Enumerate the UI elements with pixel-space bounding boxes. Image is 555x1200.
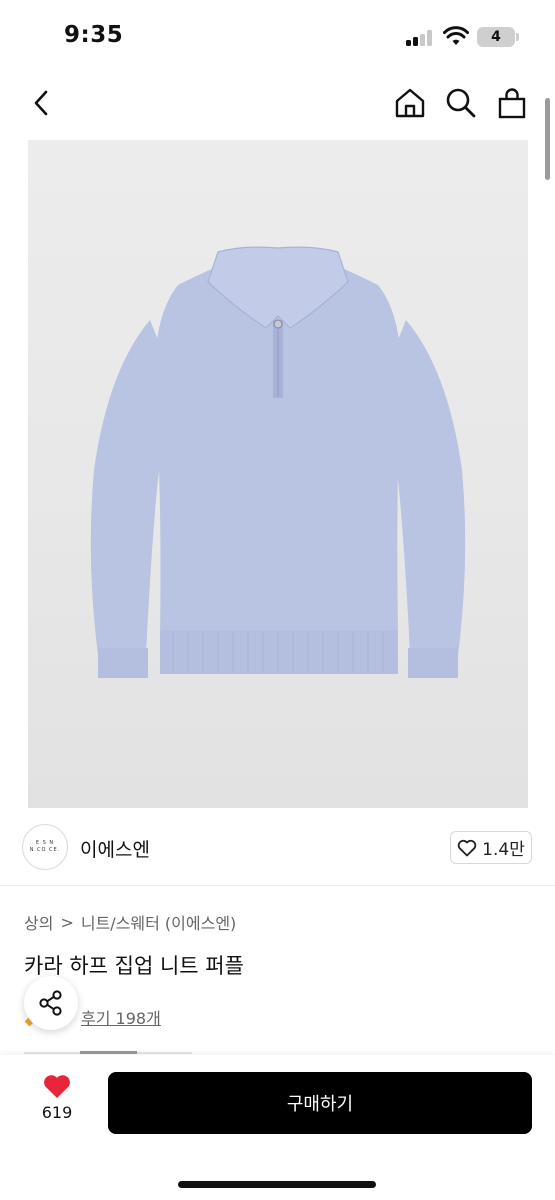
battery-nub — [516, 33, 519, 41]
share-icon — [39, 990, 62, 1016]
share-button[interactable] — [24, 976, 78, 1030]
brand-like-count: 1.4만 — [482, 840, 525, 860]
reviews-link[interactable]: 후기 198개 — [81, 1005, 161, 1029]
wishlist-count: 619 — [41, 1103, 73, 1122]
wifi-icon — [443, 26, 469, 45]
shopping-bag-icon — [498, 88, 526, 119]
breadcrumb-category[interactable]: 상의 — [24, 910, 53, 934]
navigation-bar — [0, 80, 555, 130]
brand-row[interactable]: E S N N CO CE. 이에스엔 1.4만 — [0, 808, 555, 886]
brand-logo[interactable]: E S N N CO CE. — [22, 824, 68, 870]
brand-like-button[interactable]: 1.4만 — [450, 831, 532, 864]
product-title: 카라 하프 집업 니트 퍼플 — [24, 954, 244, 978]
status-bar: 9:35 4 — [0, 0, 555, 70]
cart-button[interactable] — [495, 86, 529, 120]
cellular-signal-icon — [406, 30, 434, 46]
buy-button[interactable]: 구매하기 — [108, 1072, 532, 1134]
breadcrumb: 상의 > 니트/스웨터 (이에스엔) — [24, 910, 236, 934]
brand-logo-line-1: E S N — [35, 840, 55, 846]
wishlist-button[interactable]: 619 — [30, 1073, 84, 1129]
search-button[interactable] — [444, 86, 478, 120]
search-icon — [446, 88, 476, 118]
back-icon — [34, 90, 48, 116]
product-image[interactable] — [28, 140, 528, 808]
brand-name[interactable]: 이에스엔 — [80, 835, 150, 862]
home-icon — [395, 88, 425, 118]
status-time: 9:35 — [64, 22, 124, 48]
heart-outline-icon — [457, 839, 477, 856]
bottom-action-bar: 619 구매하기 — [0, 1055, 555, 1200]
breadcrumb-separator: > — [60, 912, 74, 932]
battery-icon: 4 — [477, 27, 515, 47]
sweater-image — [90, 246, 466, 678]
heart-filled-icon — [44, 1075, 70, 1098]
home-indicator[interactable] — [178, 1181, 376, 1188]
home-button[interactable] — [393, 86, 427, 120]
breadcrumb-subcategory[interactable]: 니트/스웨터 (이에스엔) — [81, 910, 236, 934]
back-button[interactable] — [24, 86, 58, 120]
brand-logo-line-2: N CO CE. — [29, 847, 61, 853]
scroll-indicator[interactable] — [545, 98, 550, 180]
tab-indicator — [80, 1051, 137, 1054]
